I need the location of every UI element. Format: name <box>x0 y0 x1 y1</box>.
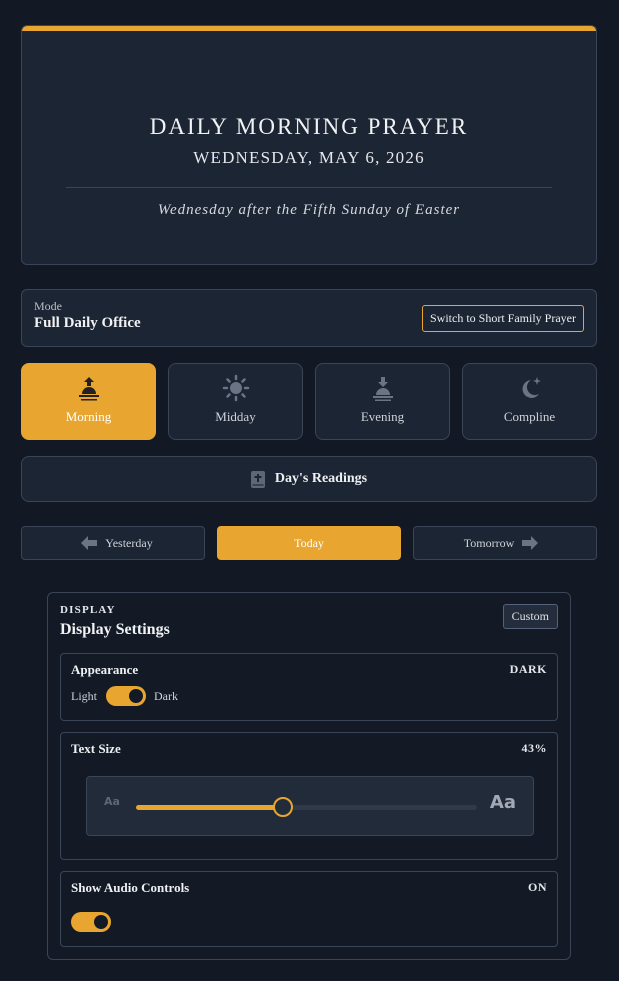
text-size-slider-box: Aa Aa <box>86 776 534 836</box>
settings-kicker: DISPLAY <box>60 604 116 616</box>
appearance-section: Appearance DARK Light Dark <box>60 653 558 721</box>
arrow-left-icon <box>81 536 98 550</box>
light-label: Light <box>71 689 97 703</box>
text-size-value: 43% <box>521 741 547 755</box>
office-label: Evening <box>360 409 405 424</box>
readings-label: Day's Readings <box>274 471 368 486</box>
audio-controls-section: Show Audio Controls ON <box>60 871 558 947</box>
tomorrow-label: Tomorrow <box>463 535 515 550</box>
office-tab-evening[interactable]: Evening <box>315 363 450 440</box>
today-label: Today <box>294 535 324 550</box>
toggle-knob <box>94 915 108 929</box>
mode-value: Full Daily Office <box>34 315 141 331</box>
toggle-knob <box>129 689 143 703</box>
slider-fill <box>136 805 283 810</box>
days-readings-button[interactable]: Day's Readings <box>21 456 597 502</box>
mode-card: Mode Full Daily Office Switch to Short F… <box>21 289 597 347</box>
text-size-slider[interactable] <box>136 797 477 817</box>
bible-icon <box>250 470 265 488</box>
yesterday-button[interactable]: Yesterday <box>21 526 205 560</box>
date-heading: WEDNESDAY, MAY 6, 2026 <box>193 148 425 167</box>
settings-title: Display Settings <box>60 621 170 638</box>
display-settings-panel: DISPLAY Display Settings Custom Appearan… <box>47 592 571 960</box>
header-card: DAILY MORNING PRAYER WEDNESDAY, MAY 6, 2… <box>21 25 597 265</box>
large-text-icon: Aa <box>489 792 516 813</box>
custom-button[interactable]: Custom <box>502 604 558 629</box>
audio-toggle[interactable] <box>71 912 111 932</box>
office-label: Midday <box>215 409 256 424</box>
sunrise-icon <box>78 377 99 401</box>
tomorrow-button[interactable]: Tomorrow <box>413 526 597 560</box>
slider-thumb[interactable] <box>272 797 293 817</box>
liturgical-day: Wednesday after the Fifth Sunday of East… <box>157 202 461 218</box>
appearance-toggle[interactable] <box>106 686 146 706</box>
office-tab-morning[interactable]: Morning <box>21 363 156 440</box>
office-label: Morning <box>65 409 112 424</box>
today-button[interactable]: Today <box>217 526 401 560</box>
audio-value: ON <box>528 880 547 894</box>
mode-label: Mode <box>34 299 62 313</box>
sun-icon <box>222 374 249 402</box>
moon-star-icon <box>522 377 541 398</box>
yesterday-label: Yesterday <box>105 535 153 550</box>
audio-title: Show Audio Controls <box>71 880 190 895</box>
small-text-icon: Aa <box>104 795 120 808</box>
sunset-icon <box>372 377 393 401</box>
switch-mode-button[interactable]: Switch to Short Family Prayer <box>422 305 584 332</box>
arrow-right-icon <box>522 536 539 550</box>
office-tab-midday[interactable]: Midday <box>168 363 303 440</box>
text-size-section: Text Size 43% Aa Aa <box>60 732 558 860</box>
page-title: DAILY MORNING PRAYER <box>149 114 469 139</box>
office-tab-compline[interactable]: Compline <box>462 363 597 440</box>
appearance-title: Appearance <box>71 662 139 677</box>
dark-label: Dark <box>154 689 178 703</box>
text-size-title: Text Size <box>71 741 121 756</box>
office-label: Compline <box>503 409 556 424</box>
appearance-value: DARK <box>509 662 547 676</box>
divider <box>66 187 552 188</box>
